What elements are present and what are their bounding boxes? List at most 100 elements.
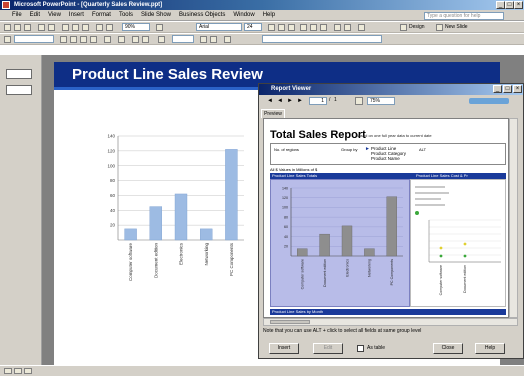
- viewer-maximize-icon[interactable]: □: [503, 85, 512, 93]
- as-table-checkbox[interactable]: [357, 345, 364, 352]
- bold-icon[interactable]: [268, 24, 275, 31]
- zoom-icon[interactable]: [355, 97, 363, 105]
- help-icon[interactable]: [156, 24, 163, 31]
- cell-icon[interactable]: [142, 36, 149, 43]
- toolbar-combo-mid[interactable]: [172, 35, 194, 43]
- zoom-combo[interactable]: 90%: [122, 23, 150, 31]
- help-button[interactable]: Help: [475, 343, 505, 354]
- powerpoint-app-icon[interactable]: [2, 1, 10, 9]
- stop-icon[interactable]: [80, 36, 87, 43]
- next-page-icon[interactable]: ►: [287, 98, 293, 104]
- group-by-list[interactable]: Product Line Product Category Product Na…: [371, 146, 406, 161]
- preview-icon[interactable]: [48, 24, 55, 31]
- design-icon[interactable]: [400, 24, 407, 31]
- y-tick-label: 20: [284, 245, 288, 249]
- paste-icon[interactable]: [82, 24, 89, 31]
- insert-button[interactable]: Insert: [269, 343, 299, 354]
- series-point: [439, 254, 443, 258]
- copy-icon[interactable]: [72, 24, 79, 31]
- lightning-icon[interactable]: [4, 36, 11, 43]
- new-icon[interactable]: [4, 24, 11, 31]
- home-icon[interactable]: [104, 36, 111, 43]
- menu-insert[interactable]: Insert: [65, 10, 88, 21]
- new-slide-button[interactable]: New Slide: [445, 22, 468, 33]
- maximize-icon[interactable]: □: [505, 1, 514, 9]
- print-icon[interactable]: [38, 24, 45, 31]
- chart-icon[interactable]: [106, 24, 113, 31]
- align-right-icon[interactable]: [320, 24, 327, 31]
- bullets-icon[interactable]: [344, 24, 351, 31]
- normal-view-icon[interactable]: [4, 368, 12, 374]
- viewer-minimize-icon[interactable]: _: [493, 85, 502, 93]
- page-number-input[interactable]: 1: [309, 97, 327, 105]
- last-page-icon[interactable]: ►: [297, 98, 303, 104]
- report-viewer-titlebar: Report Viewer: [259, 84, 523, 95]
- drawing-toolbar: [0, 34, 524, 45]
- prev-page-icon[interactable]: ◄: [277, 98, 283, 104]
- x-tick-label: Computer software: [439, 265, 443, 295]
- cut-icon[interactable]: [62, 24, 69, 31]
- edit-button[interactable]: Edit: [313, 343, 343, 354]
- bar: [199, 228, 213, 241]
- report-icon[interactable]: [158, 36, 165, 43]
- align-left-icon[interactable]: [300, 24, 307, 31]
- report-line-chart[interactable]: Computer software Document edition: [411, 216, 505, 306]
- page-separator: /: [329, 97, 331, 103]
- refresh-icon[interactable]: [90, 36, 97, 43]
- slide-thumbnail-2[interactable]: [6, 85, 32, 95]
- toolbar-combo-right[interactable]: [262, 35, 382, 43]
- menu-format[interactable]: Format: [88, 10, 115, 21]
- panel-sales-totals[interactable]: 20 40 60 80 100 120 140 Computer software Docume…: [270, 179, 410, 307]
- format-icon[interactable]: [200, 36, 207, 43]
- first-page-icon[interactable]: ◄: [267, 98, 273, 104]
- tab-preview[interactable]: Preview: [261, 109, 285, 118]
- slide-bar-chart[interactable]: 20 40 60 80 100 120 140 Computer software Docume…: [94, 126, 254, 306]
- numbering-icon[interactable]: [334, 24, 341, 31]
- save-icon[interactable]: [24, 24, 31, 31]
- settings-icon[interactable]: [210, 36, 217, 43]
- close-button[interactable]: Close: [433, 343, 463, 354]
- new-slide-icon[interactable]: [436, 24, 443, 31]
- font-combo[interactable]: Arial: [196, 23, 242, 31]
- hscroll-thumb[interactable]: [270, 320, 310, 324]
- panel-sales-cost[interactable]: Computer software Document edition: [410, 179, 506, 307]
- table-icon[interactable]: [132, 36, 139, 43]
- slide-thumbnail-1[interactable]: [6, 69, 32, 79]
- toolbar-combo-left[interactable]: [14, 35, 54, 43]
- report-bar-chart[interactable]: 20 40 60 80 100 120 140 Computer software Docume…: [271, 180, 409, 306]
- help-search-input[interactable]: Type a question for help: [424, 12, 504, 20]
- menu-file[interactable]: File: [0, 10, 26, 21]
- forward-icon[interactable]: [70, 36, 77, 43]
- wand-icon[interactable]: [224, 36, 231, 43]
- menu-business-objects[interactable]: Business Objects: [175, 10, 229, 21]
- slideshow-view-icon[interactable]: [24, 368, 32, 374]
- viewer-zoom-combo[interactable]: 75%: [367, 97, 395, 105]
- report-horizontal-scrollbar[interactable]: [263, 318, 518, 326]
- group-item-product-name[interactable]: Product Name: [371, 156, 406, 161]
- menu-window[interactable]: Window: [229, 10, 258, 21]
- align-center-icon[interactable]: [310, 24, 317, 31]
- panel-sales-month-header[interactable]: Product Line Sales by Month: [270, 309, 506, 315]
- open-icon[interactable]: [14, 24, 21, 31]
- sorter-view-icon[interactable]: [14, 368, 22, 374]
- x-tick-label: Networking: [204, 243, 209, 266]
- italic-icon[interactable]: [278, 24, 285, 31]
- minimize-icon[interactable]: _: [496, 1, 505, 9]
- design-button[interactable]: Design: [409, 22, 425, 33]
- viewer-close-icon[interactable]: ×: [513, 85, 522, 93]
- back-icon[interactable]: [60, 36, 67, 43]
- menu-view[interactable]: View: [44, 10, 65, 21]
- x-tick-label: Networking: [368, 259, 372, 277]
- menu-tools[interactable]: Tools: [115, 10, 137, 21]
- menu-help[interactable]: Help: [259, 10, 279, 21]
- report-vertical-scrollbar[interactable]: [509, 118, 518, 318]
- close-icon[interactable]: ×: [514, 1, 523, 9]
- font-color-icon[interactable]: [358, 24, 365, 31]
- underline-icon[interactable]: [288, 24, 295, 31]
- menu-slide-show[interactable]: Slide Show: [137, 10, 175, 21]
- font-size-combo[interactable]: 24: [244, 23, 262, 31]
- bookmark-icon[interactable]: [118, 36, 125, 43]
- slide-title[interactable]: Product Line Sales Review: [72, 66, 263, 84]
- menu-edit[interactable]: Edit: [26, 10, 44, 21]
- undo-icon[interactable]: [96, 24, 103, 31]
